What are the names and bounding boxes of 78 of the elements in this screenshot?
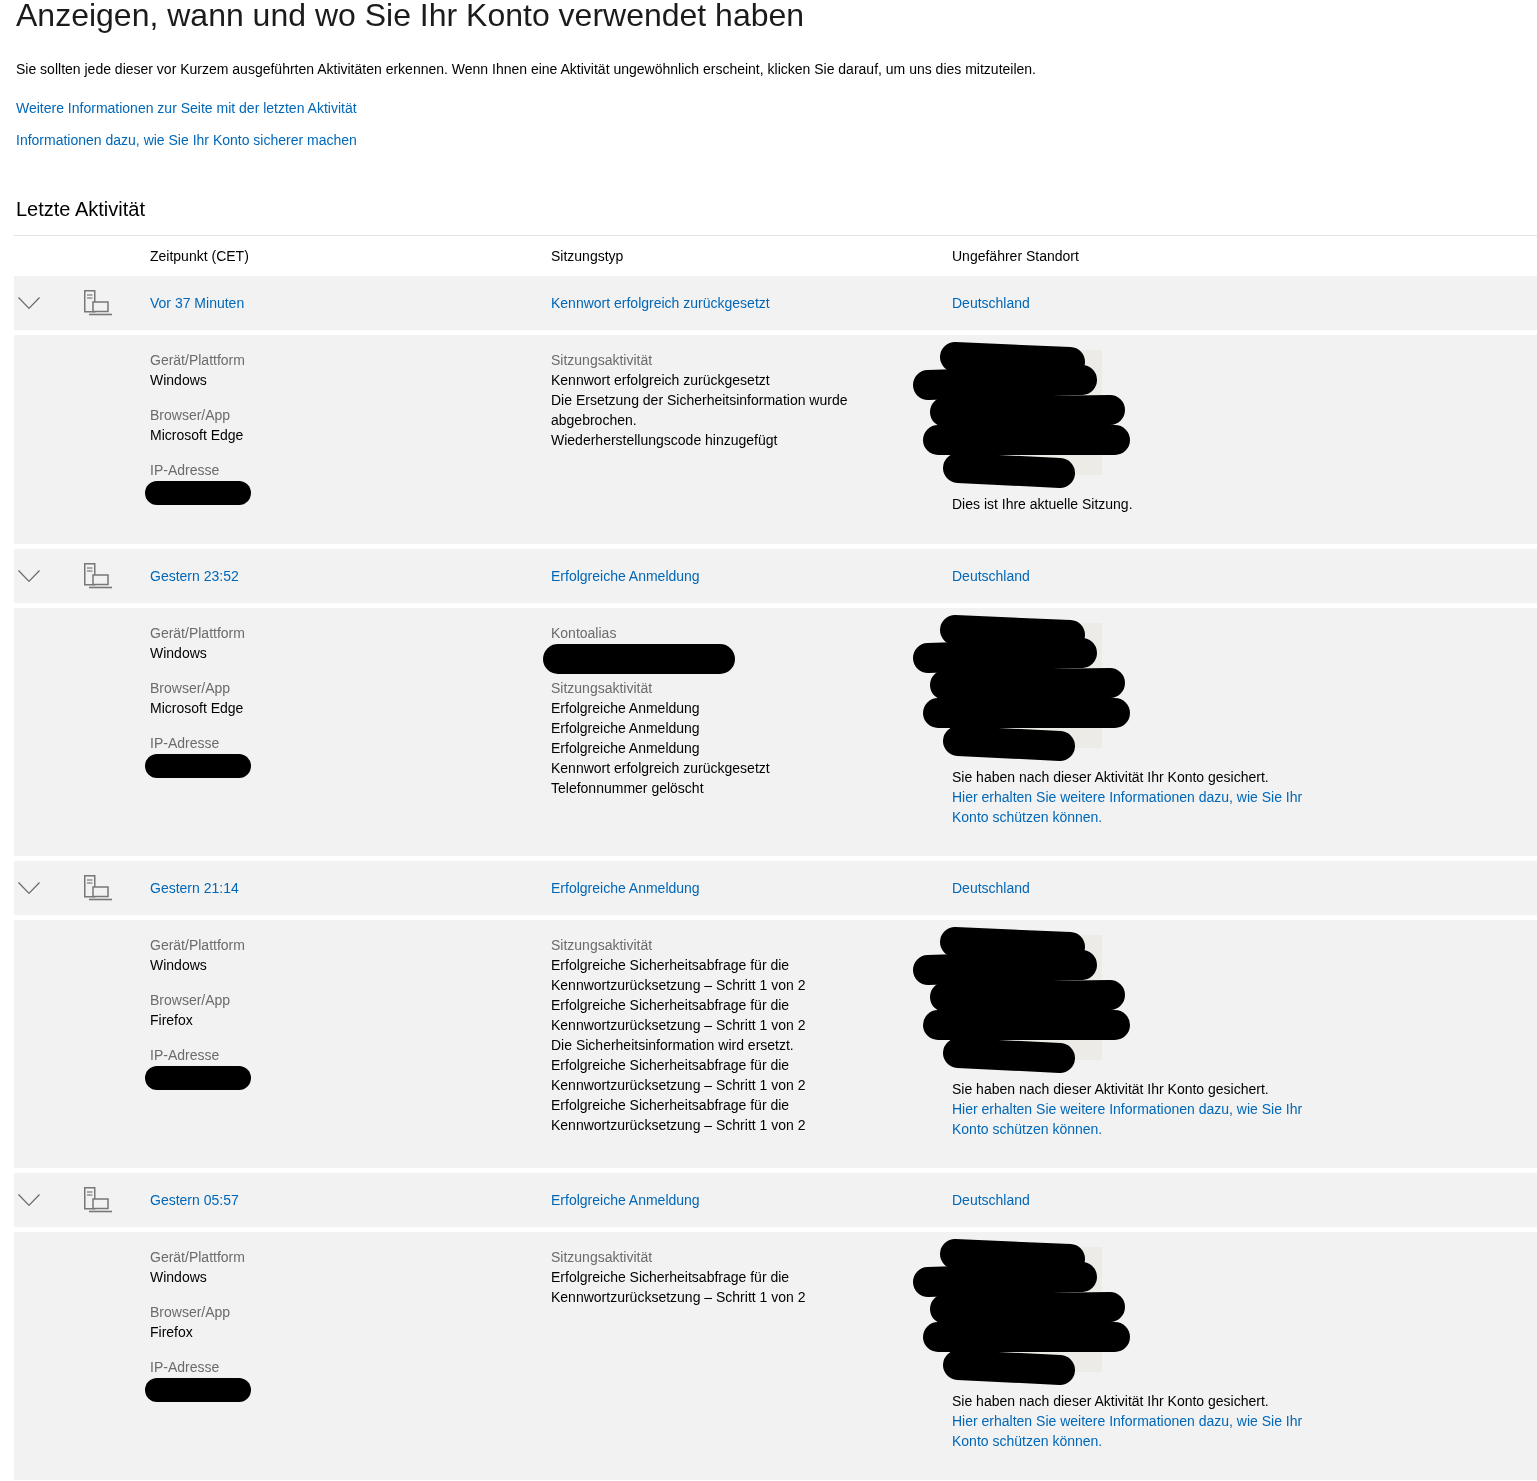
- activity-entry: Erfolgreiche Sicherheitsabfrage für die Kennwortzurücksetzung – Schritt 1 von 2: [551, 956, 807, 995]
- chevron-down-icon[interactable]: [18, 297, 40, 309]
- field-label: Browser/App: [150, 679, 231, 698]
- field-value: Microsoft Edge: [150, 699, 244, 718]
- desktop-laptop-icon: [84, 875, 112, 901]
- time-link[interactable]: Vor 37 Minuten: [150, 293, 245, 313]
- activity-entry: Erfolgreiche Sicherheitsabfrage für die Kennwortzurücksetzung – Schritt 1 von 2: [551, 1056, 807, 1095]
- column-header: Zeitpunkt (CET): [150, 247, 249, 266]
- field-label: Browser/App: [150, 1303, 231, 1322]
- activity-entry: Erfolgreiche Sicherheitsabfrage für die Kennwortzurücksetzung – Schritt 1 von 2: [551, 1096, 807, 1135]
- field-label: Sitzungsaktivität: [551, 679, 653, 698]
- info-link[interactable]: Weitere Informationen zur Seite mit der letzten Aktivität: [16, 98, 357, 118]
- activity-row[interactable]: Gestern 21:14 Erfolgreiche Anmeldung Deutschland: [14, 861, 1537, 915]
- chevron-down-icon[interactable]: [18, 882, 40, 894]
- field-label: IP-Adresse: [150, 1358, 220, 1377]
- session-note: Sie haben nach dieser Aktivität Ihr Konto gesichert.: [952, 1392, 1269, 1411]
- activity-entry: Kennwort erfolgreich zurückgesetzt: [551, 759, 770, 778]
- field-label: IP-Adresse: [150, 461, 220, 480]
- field-label: Sitzungsaktivität: [551, 936, 653, 955]
- field-label: Kontoalias: [551, 624, 617, 643]
- activity-entry: Erfolgreiche Anmeldung: [551, 739, 700, 758]
- location-link[interactable]: Deutschland: [952, 1190, 1030, 1210]
- field-value: Windows: [150, 956, 207, 975]
- time-link[interactable]: Gestern 23:52: [150, 566, 239, 586]
- field-label: Gerät/Plattform: [150, 624, 245, 643]
- session-note: Sie haben nach dieser Aktivität Ihr Konto gesichert.: [952, 768, 1269, 787]
- field-label: IP-Adresse: [150, 1046, 220, 1065]
- field-label: Sitzungsaktivität: [551, 1248, 653, 1267]
- session-note: Dies ist Ihre aktuelle Sitzung.: [952, 495, 1133, 514]
- field-label: Gerät/Plattform: [150, 936, 245, 955]
- info-link[interactable]: Informationen dazu, wie Sie Ihr Konto sicherer machen: [16, 130, 357, 150]
- security-info-link[interactable]: Hier erhalten Sie weitere Informationen dazu, wie Sie Ihr Konto schützen können.: [952, 1099, 1317, 1139]
- security-info-link[interactable]: Hier erhalten Sie weitere Informationen dazu, wie Sie Ihr Konto schützen können.: [952, 787, 1317, 827]
- activity-entry: Telefonnummer gelöscht: [551, 779, 704, 798]
- column-header: Ungefährer Standort: [952, 247, 1079, 266]
- desktop-laptop-icon: [84, 1187, 112, 1213]
- activity-entry: Erfolgreiche Anmeldung: [551, 699, 700, 718]
- session-note: Sie haben nach dieser Aktivität Ihr Konto gesichert.: [952, 1080, 1269, 1099]
- section-title: Letzte Aktivität: [16, 197, 145, 222]
- field-label: Sitzungsaktivität: [551, 351, 653, 370]
- intro-text: Sie sollten jede dieser vor Kurzem ausgeführten Aktivitäten erkennen. Wenn Ihnen eine Aktivität ungewöhnlich erscheint, klicken Sie darauf, um uns dies mitzuteilen.: [16, 60, 1036, 79]
- location-link[interactable]: Deutschland: [952, 293, 1030, 313]
- session-type-link[interactable]: Kennwort erfolgreich zurückgesetzt: [551, 293, 770, 313]
- desktop-laptop-icon: [84, 563, 112, 589]
- activity-entry: Kennwort erfolgreich zurückgesetzt: [551, 371, 770, 390]
- field-label: Gerät/Plattform: [150, 351, 245, 370]
- session-type-link[interactable]: Erfolgreiche Anmeldung: [551, 878, 700, 898]
- field-value: Windows: [150, 1268, 207, 1287]
- field-label: Browser/App: [150, 991, 231, 1010]
- time-link[interactable]: Gestern 05:57: [150, 1190, 239, 1210]
- time-link[interactable]: Gestern 21:14: [150, 878, 239, 898]
- desktop-laptop-icon: [84, 290, 112, 316]
- field-label: IP-Adresse: [150, 734, 220, 753]
- field-value: Windows: [150, 644, 207, 663]
- field-value: Microsoft Edge: [150, 426, 244, 445]
- activity-entry: Wiederherstellungscode hinzugefügt: [551, 431, 778, 450]
- security-info-link[interactable]: Hier erhalten Sie weitere Informationen dazu, wie Sie Ihr Konto schützen können.: [952, 1411, 1317, 1451]
- activity-entry: Erfolgreiche Sicherheitsabfrage für die Kennwortzurücksetzung – Schritt 1 von 2: [551, 1268, 807, 1307]
- location-link[interactable]: Deutschland: [952, 878, 1030, 898]
- field-value: Firefox: [150, 1323, 193, 1342]
- chevron-down-icon[interactable]: [18, 1194, 40, 1206]
- session-type-link[interactable]: Erfolgreiche Anmeldung: [551, 1190, 700, 1210]
- location-link[interactable]: Deutschland: [952, 566, 1030, 586]
- field-value: Windows: [150, 371, 207, 390]
- activity-entry: Die Sicherheitsinformation wird ersetzt.: [551, 1036, 794, 1055]
- field-label: Browser/App: [150, 406, 231, 425]
- activity-entry: Erfolgreiche Sicherheitsabfrage für die Kennwortzurücksetzung – Schritt 1 von 2: [551, 996, 807, 1035]
- activity-row[interactable]: Vor 37 Minuten Kennwort erfolgreich zurückgesetzt Deutschland: [14, 276, 1537, 330]
- activity-row[interactable]: Gestern 23:52 Erfolgreiche Anmeldung Deutschland: [14, 549, 1537, 603]
- activity-row[interactable]: Gestern 05:57 Erfolgreiche Anmeldung Deutschland: [14, 1173, 1537, 1227]
- column-header: Sitzungstyp: [551, 247, 624, 266]
- session-type-link[interactable]: Erfolgreiche Anmeldung: [551, 566, 700, 586]
- chevron-down-icon[interactable]: [18, 570, 40, 582]
- field-label: Gerät/Plattform: [150, 1248, 245, 1267]
- field-value: Firefox: [150, 1011, 193, 1030]
- activity-entry: Die Ersetzung der Sicherheitsinformation wurde abgebrochen.: [551, 391, 849, 430]
- page-title: Anzeigen, wann und wo Sie Ihr Konto verwendet haben: [16, 0, 805, 35]
- activity-entry: Erfolgreiche Anmeldung: [551, 719, 700, 738]
